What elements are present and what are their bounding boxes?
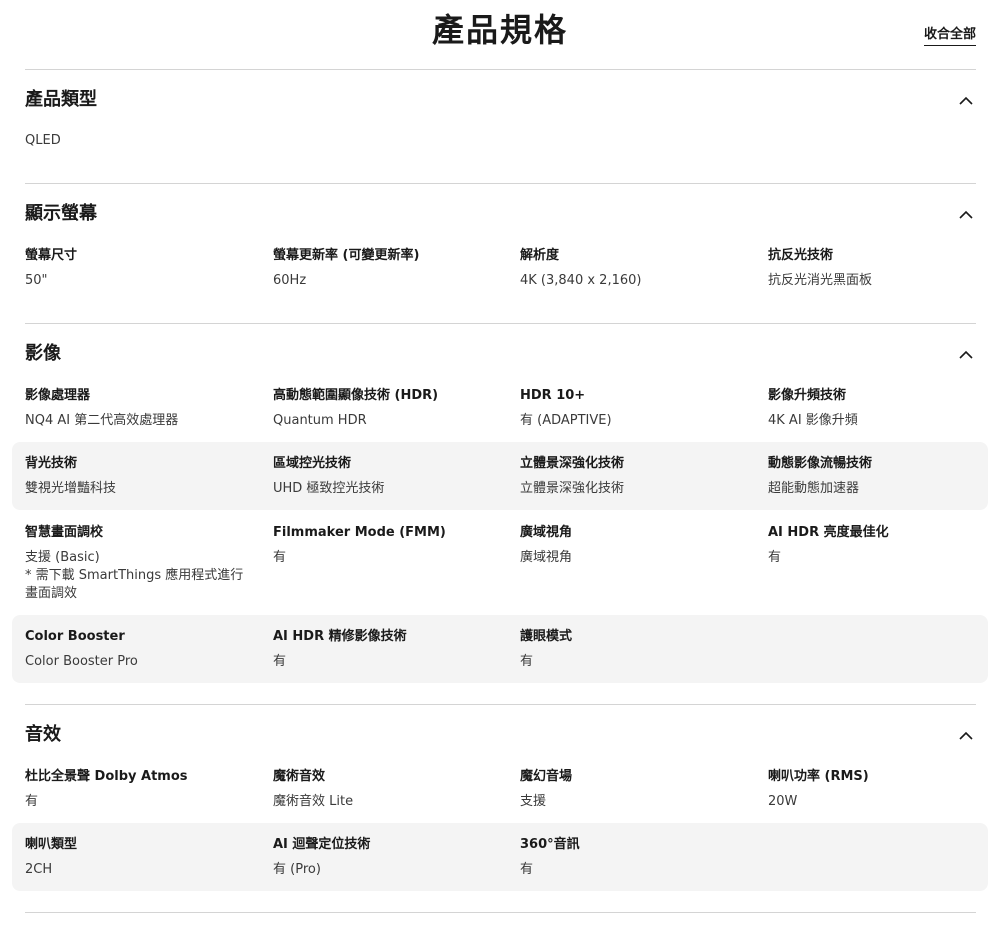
- spec-item: 背光技術 雙視光增豔科技: [25, 456, 255, 498]
- spec-label: 影像處理器: [25, 388, 91, 403]
- spec-value: 有: [768, 550, 782, 565]
- spec-value: 2CH: [25, 862, 53, 877]
- spec-item: 護眼模式 有: [520, 629, 750, 671]
- spec-label: 魔術音效: [273, 769, 326, 784]
- spec-label: 高動態範圍顯像技術 (HDR): [273, 388, 439, 403]
- spec-label: AI 迴聲定位技術: [273, 837, 371, 852]
- spec-label: 區域控光技術: [273, 456, 352, 471]
- spec-label: 智慧畫面調校: [25, 525, 104, 540]
- spec-value: 支援: [520, 794, 547, 809]
- spec-value: 支援 (Basic) * 需下載 SmartThings 應用程式進行 畫面調效: [25, 550, 244, 601]
- spec-value: 有: [520, 654, 534, 669]
- spec-item: 魔術音效 魔術音效 Lite: [273, 769, 503, 811]
- spec-label: 螢幕更新率 (可變更新率): [273, 248, 420, 263]
- chevron-up-icon[interactable]: [958, 728, 974, 744]
- spec-label: Filmmaker Mode (FMM): [273, 525, 446, 540]
- spec-item: 動態影像流暢技術 超能動態加速器: [768, 456, 998, 498]
- spec-value: 有: [25, 794, 39, 809]
- spec-item: 立體景深強化技術 立體景深強化技術: [520, 456, 750, 498]
- product-type-value: QLED: [25, 133, 61, 148]
- spec-label: AI HDR 亮度最佳化: [768, 525, 889, 540]
- section-divider: [25, 183, 976, 184]
- chevron-up-icon[interactable]: [958, 347, 974, 363]
- spec-item: AI HDR 精修影像技術 有: [273, 629, 503, 671]
- spec-value: 雙視光增豔科技: [25, 481, 117, 496]
- section-title-audio: 音效: [25, 724, 61, 745]
- spec-label: 螢幕尺寸: [25, 248, 78, 263]
- spec-item: 喇叭功率 (RMS) 20W: [768, 769, 998, 811]
- spec-item: 影像升頻技術 4K AI 影像升頻: [768, 388, 998, 430]
- section-title-video: 影像: [25, 343, 61, 364]
- spec-label: 廣域視角: [520, 525, 573, 540]
- spec-value: Color Booster Pro: [25, 654, 138, 669]
- spec-value: NQ4 AI 第二代高效處理器: [25, 413, 179, 428]
- spec-item: 喇叭類型 2CH: [25, 837, 255, 879]
- spec-label: 護眼模式: [520, 629, 573, 644]
- spec-value: 50": [25, 273, 48, 288]
- spec-item: 螢幕尺寸 50": [25, 248, 255, 290]
- spec-item: AI HDR 亮度最佳化 有: [768, 525, 998, 567]
- chevron-up-icon[interactable]: [958, 207, 974, 223]
- spec-value: 60Hz: [273, 273, 307, 288]
- section-divider: [25, 323, 976, 324]
- spec-value: 魔術音效 Lite: [273, 794, 354, 809]
- spec-label: 背光技術: [25, 456, 78, 471]
- section-divider: [25, 912, 976, 913]
- spec-value: 有: [520, 862, 534, 877]
- spec-item: 高動態範圍顯像技術 (HDR) Quantum HDR: [273, 388, 503, 430]
- spec-value: 有 (Pro): [273, 862, 321, 877]
- spec-label: 立體景深強化技術: [520, 456, 625, 471]
- spec-value: 4K AI 影像升頻: [768, 413, 858, 428]
- section-title-display: 顯示螢幕: [25, 203, 97, 224]
- spec-label: AI HDR 精修影像技術: [273, 629, 407, 644]
- spec-value: 抗反光消光黑面板: [768, 273, 873, 288]
- spec-value: 立體景深強化技術: [520, 481, 625, 496]
- section-title-type: 產品類型: [25, 89, 97, 110]
- spec-label: HDR 10+: [520, 388, 586, 403]
- spec-item: HDR 10+ 有 (ADAPTIVE): [520, 388, 750, 430]
- spec-value: 4K (3,840 x 2,160): [520, 273, 642, 288]
- page-title: 產品規格: [431, 11, 568, 49]
- spec-label: 動態影像流暢技術: [768, 456, 873, 471]
- spec-value: Quantum HDR: [273, 413, 367, 428]
- spec-label: 360°音訊: [520, 837, 580, 852]
- spec-label: 喇叭功率 (RMS): [768, 769, 869, 784]
- spec-value: 廣域視角: [520, 550, 573, 565]
- chevron-up-icon[interactable]: [958, 93, 974, 109]
- spec-item: Color Booster Color Booster Pro: [25, 629, 255, 671]
- spec-item: 抗反光技術 抗反光消光黑面板: [768, 248, 998, 290]
- spec-value: 20W: [768, 794, 798, 809]
- spec-item: Filmmaker Mode (FMM) 有: [273, 525, 503, 567]
- spec-value: 有 (ADAPTIVE): [520, 413, 612, 428]
- spec-label: 喇叭類型: [25, 837, 78, 852]
- spec-value: UHD 極致控光技術: [273, 481, 385, 496]
- collapse-all-button[interactable]: 收合全部: [923, 27, 976, 46]
- spec-value: 超能動態加速器: [768, 481, 860, 496]
- spec-item: 區域控光技術 UHD 極致控光技術: [273, 456, 503, 498]
- spec-item: 360°音訊 有: [520, 837, 750, 879]
- spec-item: 影像處理器 NQ4 AI 第二代高效處理器: [25, 388, 255, 430]
- spec-item: 廣域視角 廣域視角: [520, 525, 750, 567]
- spec-item: AI 迴聲定位技術 有 (Pro): [273, 837, 503, 879]
- spec-item: 解析度 4K (3,840 x 2,160): [520, 248, 750, 290]
- spec-label: 魔幻音場: [520, 769, 573, 784]
- spec-label: 解析度: [520, 248, 560, 263]
- spec-label: 影像升頻技術: [768, 388, 847, 403]
- section-divider: [25, 69, 976, 70]
- spec-value: 有: [273, 550, 287, 565]
- spec-item: 魔幻音場 支援: [520, 769, 750, 811]
- spec-label: 抗反光技術: [768, 248, 834, 263]
- spec-label: Color Booster: [25, 629, 125, 644]
- section-divider: [25, 704, 976, 705]
- spec-label: 杜比全景聲 Dolby Atmos: [25, 769, 188, 784]
- spec-item: 杜比全景聲 Dolby Atmos 有: [25, 769, 255, 811]
- spec-value: 有: [273, 654, 287, 669]
- spec-item: 智慧畫面調校 支援 (Basic) * 需下載 SmartThings 應用程式…: [25, 525, 255, 603]
- spec-item: 螢幕更新率 (可變更新率) 60Hz: [273, 248, 503, 290]
